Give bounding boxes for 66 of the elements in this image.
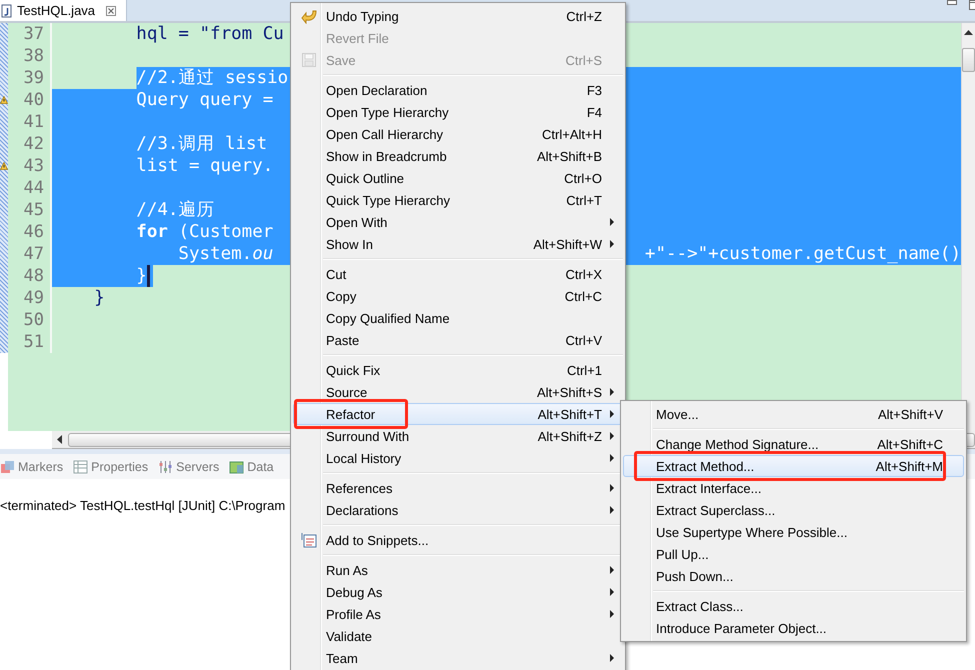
code-text: System.ou <box>177 243 274 265</box>
scrollbar-thumb[interactable] <box>962 48 975 72</box>
panel-tab[interactable]: Data <box>229 460 274 474</box>
menu-item[interactable]: Open Call Hierarchy Ctrl+Alt+H <box>293 123 623 145</box>
menu-item[interactable]: Extract Interface... <box>623 477 964 499</box>
code-text: //4.遍历 <box>135 199 214 221</box>
menu-item[interactable]: Local History <box>293 447 623 469</box>
panel-tab[interactable]: Servers <box>158 460 220 474</box>
menu-item[interactable]: Run As <box>293 559 623 581</box>
undo-arrow-icon <box>301 8 317 24</box>
view-icon <box>158 460 174 474</box>
menu-item[interactable]: Cut Ctrl+X <box>293 263 623 285</box>
document-list-icon <box>301 532 317 548</box>
menu-item[interactable]: Open Type Hierarchy F4 <box>293 101 623 123</box>
menu-item[interactable]: Profile As <box>293 603 623 625</box>
menu-item[interactable]: Extract Method... Alt+Shift+M <box>623 455 964 477</box>
code-text: +"-->"+customer.getCust_name() <box>644 243 961 265</box>
panel-tab[interactable]: Markers <box>0 460 64 474</box>
code-text: //3.调用 list <box>135 133 268 155</box>
menu-item[interactable]: Add to Snippets... <box>293 529 623 551</box>
menu-item[interactable]: Extract Superclass... <box>623 499 964 521</box>
code-text: } <box>93 287 105 309</box>
code-text: //2.通过 sessio <box>135 67 288 89</box>
menu-item[interactable]: Quick Outline Ctrl+O <box>293 167 623 189</box>
menu-item[interactable]: Open Declaration F3 <box>293 79 623 101</box>
panel-tab[interactable]: Properties <box>73 460 148 474</box>
view-icon <box>229 460 244 474</box>
close-icon <box>106 6 116 16</box>
console-text: <terminated> TestHQL.testHql [JUnit] C:\Program <box>0 498 286 513</box>
menu-item[interactable]: Quick Fix Ctrl+1 <box>293 359 623 381</box>
vertical-scrollbar[interactable] <box>961 23 975 431</box>
code-text: for (Customer <box>135 221 274 243</box>
menu-item[interactable]: Team <box>293 647 623 669</box>
menu-item[interactable]: Refactor Alt+Shift+T <box>293 403 623 425</box>
scroll-left-arrow-icon[interactable] <box>56 435 62 444</box>
minimize-icon <box>947 0 957 5</box>
menu-item[interactable]: Show In Alt+Shift+W <box>293 233 623 255</box>
menu-item[interactable]: Extract Class... <box>623 595 964 617</box>
menu-item[interactable]: Declarations <box>293 499 623 521</box>
code-text: hql = "from Cu <box>135 23 284 45</box>
editor-tab[interactable]: TestHQL.java <box>0 0 128 21</box>
menu-item[interactable]: Paste Ctrl+V <box>293 329 623 351</box>
menu-item[interactable]: Introduce Parameter Object... <box>623 617 964 639</box>
menu-item[interactable]: Change Method Signature... Alt+Shift+C <box>623 433 964 455</box>
menu-item[interactable]: Use Supertype Where Possible... <box>623 521 964 543</box>
menu-item[interactable]: Open With <box>293 211 623 233</box>
menu-item[interactable]: Push Down... <box>623 565 964 587</box>
menu-item[interactable]: Surround With Alt+Shift+Z <box>293 425 623 447</box>
menu-item[interactable]: References <box>293 477 623 499</box>
menu-item[interactable]: Copy Ctrl+C <box>293 285 623 307</box>
scroll-up-arrow-icon[interactable] <box>964 29 973 35</box>
menu-item[interactable]: Show in Breadcrumb Alt+Shift+B <box>293 145 623 167</box>
code-text: Query query = <box>135 89 274 111</box>
menu-item[interactable]: Undo Typing Ctrl+Z <box>293 5 623 27</box>
menu-item[interactable]: Pull Up... <box>623 543 964 565</box>
menu-item[interactable]: Validate <box>293 625 623 647</box>
menu-item[interactable]: Copy Qualified Name <box>293 307 623 329</box>
menu-item[interactable]: Quick Type Hierarchy Ctrl+T <box>293 189 623 211</box>
view-icon <box>0 460 15 474</box>
menu-item[interactable]: Source Alt+Shift+S <box>293 381 623 403</box>
file-icon <box>1 4 12 18</box>
menu-item[interactable]: Debug As <box>293 581 623 603</box>
code-text: } <box>135 265 147 287</box>
code-text: list = query. <box>135 155 274 177</box>
view-icon <box>73 460 88 474</box>
menu-item[interactable]: Move... Alt+Shift+V <box>623 403 964 425</box>
